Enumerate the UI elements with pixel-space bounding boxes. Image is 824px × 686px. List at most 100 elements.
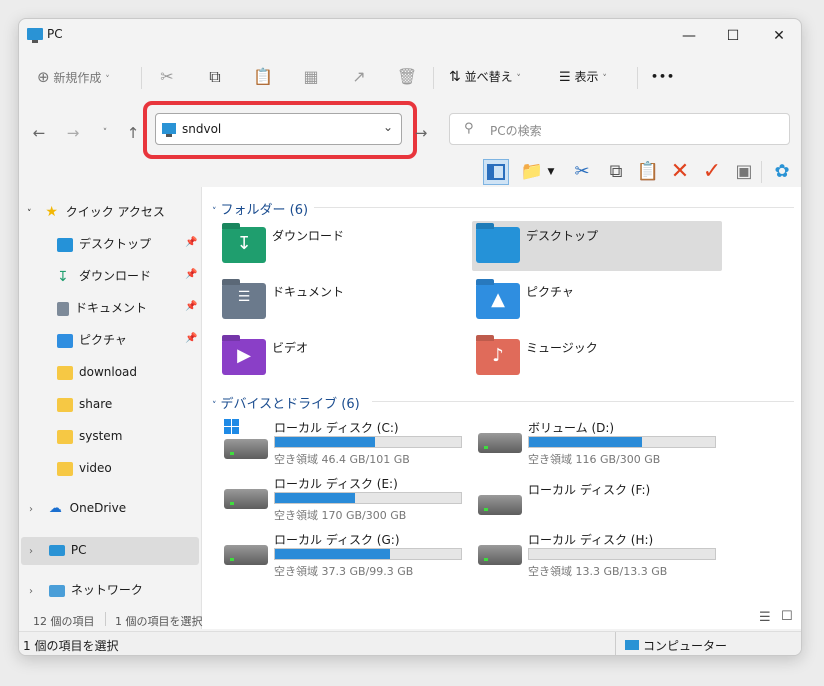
chevron-down-icon: ˅ (516, 74, 521, 84)
drive-free-space: 空き領域 116 GB/300 GB (528, 453, 661, 466)
sidebar-item-label: デスクトップ (79, 237, 152, 251)
close-button[interactable]: ✕ (759, 23, 799, 49)
drive-free-space: 空き領域 37.3 GB/99.3 GB (274, 565, 414, 578)
divider (761, 161, 762, 183)
pc-label: PC (70, 543, 87, 557)
folder-name: ダウンロード (272, 229, 345, 243)
content-pane: ˅ フォルダー (6) ↧ ダウンロード デスクトップ ☰ ドキュメント ▲ ピク… (201, 187, 801, 629)
copy-pages-icon[interactable]: ⧉ (603, 159, 629, 185)
folder-icon (57, 429, 73, 444)
copy-icon[interactable]: ⧉ (203, 65, 227, 89)
view-button[interactable]: ☰ 表示 ˅ (559, 65, 607, 89)
hard-drive-icon (478, 433, 522, 453)
chevron-right-icon: › (29, 504, 33, 515)
chevron-down-icon: ˅ (212, 207, 217, 217)
sidebar-item-folder[interactable]: share (57, 393, 112, 415)
minimize-button[interactable]: — (669, 23, 709, 49)
folder-desktop[interactable]: デスクトップ (472, 221, 722, 271)
documents-folder-icon: ☰ (222, 283, 266, 319)
sidebar-item-pc[interactable]: › PC (29, 539, 86, 561)
drive-usage-bar (528, 548, 716, 560)
sidebar-item-desktop[interactable]: デスクトップ (57, 233, 151, 255)
search-box[interactable]: ⚲ PCの検索 (449, 113, 790, 145)
chevron-down-icon: ˅ (602, 74, 607, 84)
folder-pictures[interactable]: ▲ ピクチャ (472, 277, 722, 327)
folders-group-header[interactable]: ˅ フォルダー (6) (212, 199, 308, 218)
sidebar-item-folder[interactable]: system (57, 425, 122, 447)
quick-access-label: クイック アクセス (65, 205, 165, 219)
drive-e[interactable]: ローカル ディスク (E:) 空き領域 170 GB/300 GB (222, 475, 472, 527)
delete-icon[interactable]: 🗑 (395, 65, 419, 89)
drive-g[interactable]: ローカル ディスク (G:) 空き領域 37.3 GB/99.3 GB (222, 531, 472, 583)
search-input[interactable]: PCの検索 (490, 122, 542, 139)
drive-usage-bar (528, 436, 716, 448)
more-options-button[interactable]: ••• (651, 65, 675, 89)
go-arrow-icon[interactable]: → (411, 123, 431, 143)
windows-logo-icon (224, 419, 240, 435)
sidebar-item-onedrive[interactable]: › ☁ OneDrive (29, 497, 126, 519)
chevron-down-icon[interactable]: ▼ (545, 159, 557, 185)
drives-group-header[interactable]: ˅ デバイスとドライブ (6) (212, 393, 360, 412)
folder-name: ドキュメント (272, 285, 345, 299)
search-icon: ⚲ (464, 121, 474, 136)
details-view-icon[interactable]: ☰ (759, 610, 771, 625)
folder-videos[interactable]: ▶ ビデオ (218, 333, 468, 383)
drive-usage-fill (275, 437, 376, 447)
select-folder-icon[interactable]: 📁 (519, 159, 545, 185)
drive-f[interactable]: ローカル ディスク (F:) (476, 481, 726, 533)
sidebar-item-network[interactable]: › ネットワーク (29, 579, 143, 601)
sidebar-item-label: download (79, 365, 138, 379)
onedrive-label: OneDrive (69, 501, 127, 515)
paste-icon[interactable]: 📋 (251, 65, 275, 89)
pin-icon[interactable]: 📌 (185, 269, 197, 280)
folder-name: ビデオ (272, 341, 309, 355)
drive-c[interactable]: ローカル ディスク (C:) 空き領域 46.4 GB/101 GB (222, 419, 472, 471)
videos-folder-icon: ▶ (222, 339, 266, 375)
new-button[interactable]: ⊕ 新規作成 ˅ (37, 65, 110, 89)
folder-music[interactable]: ♪ ミュージック (472, 333, 722, 383)
folders-header-label: フォルダー (6) (220, 203, 309, 218)
delete-x-icon[interactable]: ✕ (667, 159, 693, 185)
sidebar-item-folder[interactable]: download (57, 361, 137, 383)
sort-button[interactable]: ⇅ 並べ替え ˅ (449, 65, 521, 89)
drive-name: ボリューム (D:) (528, 421, 615, 435)
pin-icon[interactable]: 📌 (185, 237, 197, 248)
folder-download[interactable]: ↧ ダウンロード (218, 221, 468, 271)
globe-icon[interactable]: ✿ (769, 159, 795, 185)
rename-icon[interactable]: ▦ (299, 65, 323, 89)
cut-icon[interactable]: ✂ (155, 65, 179, 89)
drive-free-space: 空き領域 170 GB/300 GB (274, 509, 407, 522)
checkmark-icon[interactable]: ✓ (699, 159, 725, 185)
back-arrow-icon[interactable]: ← (29, 123, 49, 143)
maximize-button[interactable]: ☐ (713, 23, 753, 49)
divider (615, 632, 616, 655)
sidebar-item-download[interactable]: ↧ ダウンロード (57, 265, 151, 287)
sidebar-item-folder[interactable]: video (57, 457, 112, 479)
sidebar-item-pictures[interactable]: ピクチャ (57, 329, 127, 351)
desktop-folder-icon (476, 227, 520, 263)
drive-usage-fill (275, 549, 391, 559)
cloud-icon: ☁ (48, 501, 62, 516)
folder-documents[interactable]: ☰ ドキュメント (218, 277, 468, 327)
quick-access[interactable]: ˅ ★ クイック アクセス (27, 201, 165, 223)
sidebar-item-label: ピクチャ (79, 333, 127, 347)
status-selected-text: 1 個の項目を選択 (23, 639, 119, 653)
plus-icon: ⊕ (37, 68, 50, 86)
window-title: PC (47, 27, 63, 41)
clipboard-icon[interactable]: 📋 (635, 159, 661, 185)
folder-name: デスクトップ (526, 229, 599, 243)
rename-field-icon[interactable]: ▣ (731, 159, 757, 185)
pin-icon[interactable]: 📌 (185, 333, 197, 344)
sidebar-item-documents[interactable]: ドキュメント (57, 297, 147, 319)
forward-arrow-icon[interactable]: → (63, 123, 83, 143)
tiles-view-icon[interactable]: ☐ (781, 609, 793, 624)
up-arrow-icon[interactable]: ↑ (123, 123, 143, 143)
scissors-icon[interactable]: ✂ (569, 159, 595, 185)
drive-h[interactable]: ローカル ディスク (H:) 空き領域 13.3 GB/13.3 GB (476, 531, 726, 583)
layout-pane-icon[interactable] (483, 159, 509, 185)
drive-d[interactable]: ボリューム (D:) 空き領域 116 GB/300 GB (476, 419, 726, 471)
divider (141, 67, 142, 89)
pin-icon[interactable]: 📌 (185, 301, 197, 312)
recent-chevron-icon[interactable]: ˅ (95, 123, 115, 143)
share-icon[interactable]: ↗ (347, 65, 371, 89)
